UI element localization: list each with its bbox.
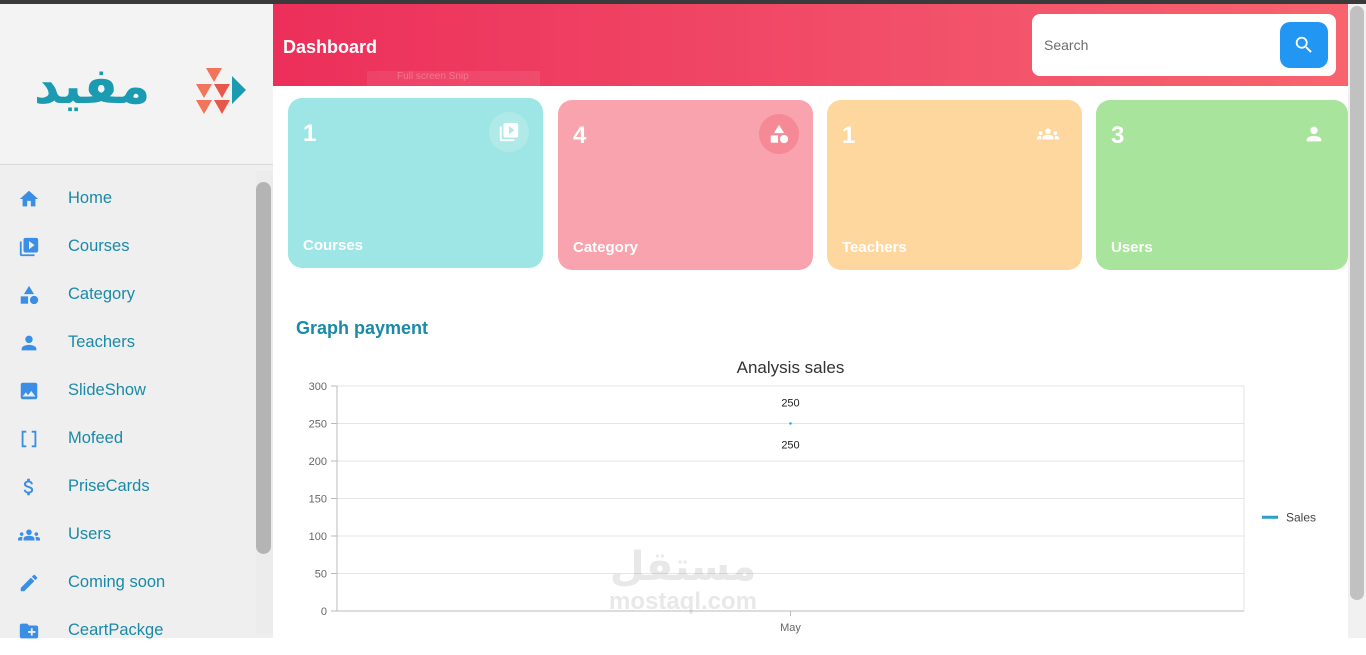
data-label: 250 <box>781 398 799 410</box>
y-tick-label: 150 <box>309 494 327 506</box>
dollar-icon <box>17 475 41 499</box>
y-tick-label: 100 <box>309 531 327 543</box>
sidebar-item-label: SlideShow <box>68 381 146 399</box>
stat-card-courses[interactable]: 1 Courses <box>288 98 543 268</box>
header-bar: Dashboard Full screen Snip <box>273 4 1348 86</box>
person-icon <box>1294 114 1334 154</box>
group-icon <box>1028 114 1068 154</box>
sidebar-item-mofeed[interactable]: Mofeed <box>0 415 256 463</box>
y-tick-label: 250 <box>309 419 327 431</box>
sidebar-item-ceartpackge[interactable]: CeartPackge <box>0 607 256 655</box>
stat-card-teachers[interactable]: 1 Teachers <box>827 100 1082 270</box>
stat-card-users[interactable]: 3 Users <box>1096 100 1348 270</box>
sidebar-item-home[interactable]: Home <box>0 175 256 223</box>
logo-area: مفيد <box>0 4 273 165</box>
person-icon <box>17 331 41 355</box>
sidebar-item-label: Teachers <box>68 333 135 351</box>
card-label: Category <box>573 239 639 256</box>
sidebar-item-slideshow[interactable]: SlideShow <box>0 367 256 415</box>
card-label: Teachers <box>842 239 907 256</box>
sidebar-scrollbar-thumb[interactable] <box>256 182 271 554</box>
video-library-icon <box>17 235 41 259</box>
logo-cube-icon <box>196 68 246 114</box>
home-icon <box>17 187 41 211</box>
pencil-icon <box>17 571 41 595</box>
image-icon <box>17 379 41 403</box>
sidebar-item-label: Coming soon <box>68 573 166 591</box>
section-title: Graph payment <box>296 318 429 338</box>
page-scrollbar-thumb[interactable] <box>1350 6 1364 600</box>
brackets-icon <box>17 427 41 451</box>
snip-overlay-label: Full screen Snip <box>367 71 540 86</box>
chart-title: Analysis sales <box>737 358 845 377</box>
x-tick-label: May <box>780 622 801 634</box>
data-label: 250 <box>781 440 799 452</box>
sidebar-item-label: Home <box>68 189 113 207</box>
shapes-icon <box>17 283 41 307</box>
sidebar-item-coming-soon[interactable]: Coming soon <box>0 559 256 607</box>
y-tick-label: 200 <box>309 456 327 468</box>
sidebar-item-courses[interactable]: Courses <box>0 223 256 271</box>
y-tick-label: 300 <box>309 381 327 393</box>
group-icon <box>17 523 41 547</box>
card-count: 4 <box>573 122 587 149</box>
legend-label: Sales <box>1286 510 1316 524</box>
sidebar-item-label: CeartPackge <box>68 621 164 639</box>
card-count: 1 <box>842 122 856 149</box>
sidebar-item-label: Users <box>68 525 112 543</box>
sidebar-item-prisecards[interactable]: PriseCards <box>0 463 256 511</box>
folder-add-icon <box>17 619 41 643</box>
data-point <box>789 422 792 425</box>
card-label: Courses <box>303 237 364 254</box>
stat-card-category[interactable]: 4 Category <box>558 100 813 270</box>
search-icon <box>1295 36 1312 53</box>
card-label: Users <box>1111 239 1153 256</box>
search-input[interactable] <box>1044 34 1264 56</box>
sales-line-chart: Analysis sales 0 50 100 150 200 250 300 May 250 25… <box>309 358 1316 634</box>
sidebar-item-label: Mofeed <box>68 429 124 447</box>
card-count: 1 <box>303 120 317 147</box>
card-count: 3 <box>1111 122 1125 149</box>
sidebar-item-label: PriseCards <box>68 477 150 495</box>
logo-text: مفيد <box>34 57 151 115</box>
sidebar-item-label: Courses <box>68 237 130 255</box>
video-library-icon <box>489 112 529 152</box>
y-tick-label: 50 <box>315 569 327 581</box>
search-box <box>1032 14 1336 76</box>
sidebar-nav: Home Courses Category Teachers SlideShow… <box>0 175 256 655</box>
sidebar-item-category[interactable]: Category <box>0 271 256 319</box>
page-title: Dashboard <box>283 37 378 57</box>
shapes-icon <box>759 114 799 154</box>
y-tick-label: 0 <box>321 606 327 618</box>
search-button[interactable] <box>1280 22 1328 68</box>
sidebar-item-teachers[interactable]: Teachers <box>0 319 256 367</box>
sidebar: مفيد Home Courses Category Teachers Slid… <box>0 4 273 639</box>
sidebar-item-label: Category <box>68 285 135 303</box>
sidebar-item-users[interactable]: Users <box>0 511 256 559</box>
